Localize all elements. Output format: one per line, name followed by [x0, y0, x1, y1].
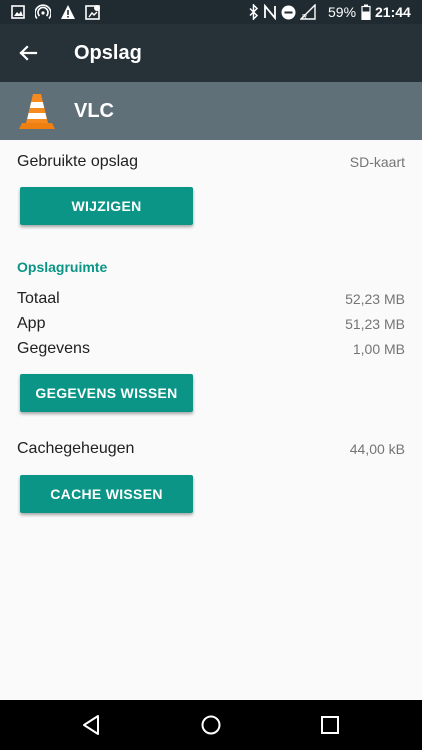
nfc-icon	[262, 4, 278, 20]
app-bar: Opslag	[0, 24, 422, 82]
image-icon	[10, 4, 26, 20]
storage-row-label: Gegevens	[17, 340, 90, 357]
storage-row-value: 51,23 MB	[345, 316, 405, 332]
status-bar: R 59% 21:44	[0, 0, 422, 24]
svg-text:R: R	[302, 14, 307, 20]
storage-row-total: Totaal 52,23 MB	[17, 288, 405, 310]
battery-icon	[358, 4, 374, 20]
battery-percent: 59%	[328, 4, 357, 20]
cache-label: Cachegeheugen	[17, 440, 135, 457]
storage-row-label: App	[17, 315, 46, 332]
dnd-icon	[280, 4, 296, 20]
app-header: VLC	[0, 82, 422, 140]
storage-row-value: 1,00 MB	[352, 341, 405, 357]
hotspot-icon	[35, 4, 51, 20]
clear-cache-button[interactable]: CACHE WISSEN	[20, 475, 193, 513]
used-storage-value: SD-kaart	[349, 154, 405, 170]
storage-row-app: App 51,23 MB	[17, 313, 405, 335]
navigation-bar	[0, 700, 422, 750]
storage-space-heading: Opslagruimte	[17, 259, 108, 275]
app-name: VLC	[74, 100, 114, 122]
back-nav-icon[interactable]	[79, 712, 105, 738]
recents-nav-icon[interactable]	[317, 712, 343, 738]
bluetooth-icon	[246, 4, 262, 20]
change-storage-button[interactable]: WIJZIGEN	[20, 187, 193, 225]
signal-icon: R	[300, 4, 316, 20]
storage-row-value: 52,23 MB	[345, 291, 405, 307]
cache-row: Cachegeheugen 44,00 kB	[17, 438, 405, 460]
back-arrow-icon[interactable]	[14, 39, 42, 67]
page-title: Opslag	[74, 42, 142, 64]
warning-icon	[60, 4, 76, 20]
clock: 21:44	[375, 4, 411, 20]
clear-data-button[interactable]: GEGEVENS WISSEN	[20, 374, 193, 412]
storage-row-data: Gegevens 1,00 MB	[17, 338, 405, 360]
used-storage-row: Gebruikte opslag SD-kaart	[17, 151, 405, 173]
used-storage-label: Gebruikte opslag	[17, 153, 138, 170]
cache-value: 44,00 kB	[349, 441, 405, 457]
vlc-logo-icon	[18, 91, 56, 131]
storage-row-label: Totaal	[17, 290, 60, 307]
location-icon	[85, 4, 101, 20]
home-nav-icon[interactable]	[198, 712, 224, 738]
